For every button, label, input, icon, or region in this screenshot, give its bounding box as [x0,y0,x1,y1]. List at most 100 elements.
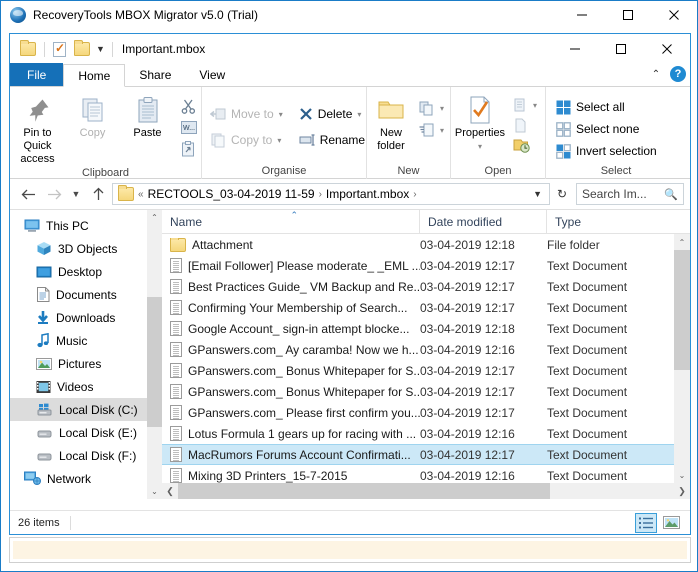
new-folder-icon[interactable] [74,40,90,56]
new-item-button[interactable]: ▾ [415,97,448,119]
details-view-button[interactable] [635,512,657,533]
table-row[interactable]: GPanswers.com_ Bonus Whitepaper for S...… [162,381,674,402]
breadcrumb-overflow[interactable]: « [138,189,144,200]
invert-selection-button[interactable]: Invert selection [552,140,661,162]
table-row[interactable]: [Email Follower] Please moderate_ _EML .… [162,255,674,276]
column-header-type[interactable]: Type [547,210,662,234]
pin-to-quick-access-button[interactable]: Pin to Quick access [10,91,65,166]
sidebar-item-downloads[interactable]: Downloads [10,306,162,329]
sidebar-item-desktop[interactable]: Desktop [10,260,162,283]
column-header-date-modified[interactable]: Date modified [420,210,547,234]
chevron-down-icon[interactable]: ▼ [96,44,105,54]
scrollbar-thumb[interactable] [147,297,162,427]
large-icons-view-button[interactable] [660,513,682,533]
sidebar-item-documents[interactable]: Documents [10,283,162,306]
explorer-maximize-button[interactable] [598,34,644,64]
breadcrumb-item-1[interactable]: Important.mbox [326,187,409,201]
help-icon[interactable]: ? [670,66,686,82]
app-minimize-button[interactable] [559,1,605,28]
recent-locations-button[interactable]: ▼ [68,182,84,206]
file-list-vertical-scrollbar[interactable]: ⌃ ⌄ [674,234,690,483]
easy-access-button[interactable]: ▾ [415,119,448,141]
properties-button[interactable]: Properties ▾ [451,91,509,153]
address-input[interactable]: « RECTOOLS_03-04-2019 11-59 › Important.… [112,183,550,205]
chevron-down-icon[interactable]: ▾ [357,110,361,119]
copy-to-button[interactable]: Copy to ▾ [206,127,287,153]
up-button[interactable] [86,182,110,206]
chevron-up-icon[interactable]: ⌃ [147,210,162,225]
chevron-down-icon[interactable]: ▾ [478,140,482,153]
explorer-close-button[interactable] [644,34,690,64]
chevron-up-icon[interactable]: ⌃ [648,69,664,80]
scrollbar-track[interactable] [178,483,674,499]
folder-icon[interactable] [20,40,36,56]
address-dropdown-icon[interactable]: ▼ [529,189,546,199]
sidebar-item-pictures[interactable]: Pictures [10,352,162,375]
app-close-button[interactable] [651,1,697,28]
file-list-horizontal-scrollbar[interactable]: ❮ ❯ [162,483,690,499]
table-row[interactable]: Mixing 3D Printers_15-7-2015 03-04-2019 … [162,465,674,483]
copy-path-button[interactable]: W... W... [177,117,201,138]
sidebar-item-this-pc[interactable]: This PC [10,214,162,237]
tab-file[interactable]: File [10,63,64,86]
app-maximize-button[interactable] [605,1,651,28]
select-none-button[interactable]: Select none [552,118,661,140]
chevron-down-icon[interactable]: ▾ [440,104,444,113]
tab-share[interactable]: Share [125,63,185,86]
breadcrumb-item-0[interactable]: RECTOOLS_03-04-2019 11-59 [148,187,315,201]
select-all-button[interactable]: Select all [552,96,661,118]
forward-button[interactable] [42,182,66,206]
column-header-name[interactable]: ⌃ Name [162,210,420,234]
table-row[interactable]: Best Practices Guide_ VM Backup and Re..… [162,276,674,297]
open-button[interactable]: ▾ [509,95,541,115]
sidebar-item-local-disk-f[interactable]: Local Disk (F:) [10,444,162,467]
breadcrumb-separator[interactable]: › [413,189,416,200]
scrollbar-thumb[interactable] [178,483,550,499]
sidebar-item-network[interactable]: Network [10,467,162,490]
sidebar-item-3d-objects[interactable]: 3D Objects [10,237,162,260]
tab-view[interactable]: View [185,63,239,86]
edit-button[interactable] [509,115,541,135]
table-row[interactable]: Lotus Formula 1 gears up for racing with… [162,423,674,444]
properties-icon[interactable] [53,41,66,57]
refresh-button[interactable]: ↻ [552,187,572,201]
explorer-minimize-button[interactable] [552,34,598,64]
chevron-up-icon[interactable]: ⌃ [674,234,690,250]
scrollbar-track[interactable] [147,225,162,484]
chevron-down-icon[interactable]: ▾ [277,136,281,145]
paste-shortcut-button[interactable] [177,138,201,160]
table-row[interactable]: MacRumors Forums Account Confirmati... 0… [162,444,674,465]
sidebar-item-music[interactable]: Music [10,329,162,352]
table-row[interactable]: GPanswers.com_ Please first confirm you.… [162,402,674,423]
tab-home[interactable]: Home [63,64,126,87]
sidebar-item-local-disk-e[interactable]: Local Disk (E:) [10,421,162,444]
history-button[interactable] [509,135,541,155]
new-folder-button[interactable]: New folder [367,91,415,153]
cut-button[interactable] [177,95,201,117]
chevron-down-icon[interactable]: ▾ [279,110,283,119]
rename-button[interactable]: Rename [295,127,369,153]
table-row[interactable]: Confirming Your Membership of Search... … [162,297,674,318]
copy-button[interactable]: Copy [65,91,120,140]
chevron-down-icon[interactable]: ⌄ [147,484,162,499]
table-row[interactable]: Attachment 03-04-2019 12:18 File folder [162,234,674,255]
sidebar-item-videos[interactable]: Videos [10,375,162,398]
breadcrumb-separator[interactable]: › [319,189,322,200]
search-input[interactable]: Search Im... 🔍 [576,183,684,205]
chevron-down-icon[interactable]: ▾ [440,126,444,135]
table-row[interactable]: GPanswers.com_ Ay caramba! Now we h... 0… [162,339,674,360]
move-to-button[interactable]: Move to ▾ [206,101,287,127]
scrollbar-thumb[interactable] [674,250,690,370]
back-button[interactable] [16,182,40,206]
table-row[interactable]: Google Account_ sign-in attempt blocke..… [162,318,674,339]
search-icon[interactable]: 🔍 [664,188,678,201]
paste-button[interactable]: Paste [120,91,175,140]
chevron-down-icon[interactable]: ▾ [533,101,537,110]
sidebar-item-local-disk-c[interactable]: Local Disk (C:) [10,398,162,421]
delete-button[interactable]: Delete ▾ [295,101,369,127]
scrollbar-track[interactable] [674,250,690,467]
table-row[interactable]: GPanswers.com_ Bonus Whitepaper for S...… [162,360,674,381]
chevron-left-icon[interactable]: ❮ [162,483,178,499]
navigation-pane-scrollbar[interactable]: ⌃ ⌄ [147,210,162,499]
chevron-down-icon[interactable]: ⌄ [674,467,690,483]
